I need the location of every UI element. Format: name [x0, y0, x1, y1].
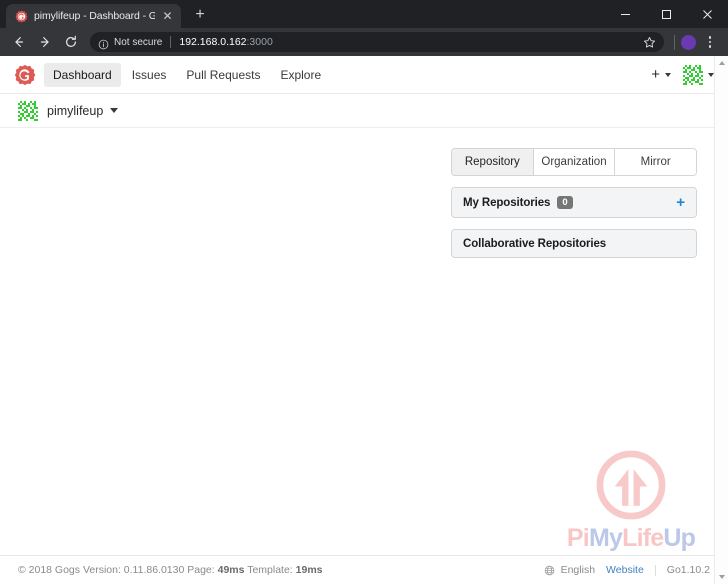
browser-tab[interactable]: pimylifeup - Dashboard - Gogs ✕: [6, 4, 181, 28]
browser-tabstrip: pimylifeup - Dashboard - Gogs ✕ +: [0, 0, 728, 28]
nav-item-explore[interactable]: Explore: [271, 63, 330, 87]
minimize-icon[interactable]: [605, 0, 646, 28]
url-port: :3000: [246, 36, 273, 48]
footer-divider: [654, 564, 656, 576]
user-identicon: [683, 64, 703, 85]
scroll-up-arrow-icon[interactable]: [715, 56, 728, 70]
profile-avatar[interactable]: [681, 34, 696, 50]
user-identicon: [18, 100, 38, 121]
user-context-bar: pimylifeup: [0, 94, 728, 128]
footer-version-info: © 2018 Gogs Version: 0.11.86.0130 Page: …: [18, 564, 323, 576]
close-icon[interactable]: [687, 0, 728, 28]
gogs-nav-items: Dashboard Issues Pull Requests Explore: [44, 62, 330, 87]
footer-language[interactable]: English: [561, 564, 595, 576]
page-viewport: Dashboard Issues Pull Requests Explore +: [0, 56, 728, 584]
collaborative-repositories-title: Collaborative Repositories: [463, 237, 607, 250]
context-username: pimylifeup: [47, 103, 104, 118]
chevron-down-icon[interactable]: [110, 108, 119, 113]
plus-icon: +: [651, 66, 660, 83]
footer-copyright: © 2018 Gogs Version: 0.11.86.0130 Page:: [18, 564, 215, 576]
page-scrollbar[interactable]: [714, 56, 728, 584]
new-repository-button[interactable]: +: [676, 195, 685, 210]
forward-arrow-icon[interactable]: [32, 29, 58, 55]
gogs-logo-icon[interactable]: [14, 64, 36, 86]
my-repositories-title: My Repositories: [463, 196, 551, 209]
globe-icon: [544, 565, 555, 576]
kebab-menu-icon[interactable]: [700, 30, 720, 54]
dashboard-feed-column: [0, 144, 451, 555]
browser-window: pimylifeup - Dashboard - Gogs ✕ +: [0, 0, 728, 584]
browser-tab-title: pimylifeup - Dashboard - Gogs: [34, 10, 155, 22]
nav-item-pull-requests[interactable]: Pull Requests: [177, 63, 269, 87]
nav-item-issues[interactable]: Issues: [123, 63, 176, 87]
footer-template-time: 19ms: [295, 564, 323, 576]
browser-toolbar: Not secure 192.168.0.162:3000: [0, 28, 728, 56]
url-text: 192.168.0.162:3000: [179, 36, 272, 48]
tab-repository[interactable]: Repository: [452, 149, 534, 175]
scroll-down-arrow-icon[interactable]: [715, 570, 728, 584]
dashboard-body: Repository Organization Mirror My Reposi…: [0, 128, 728, 555]
nav-item-dashboard[interactable]: Dashboard: [44, 62, 121, 87]
url-host: 192.168.0.162: [179, 36, 247, 48]
repository-type-tabs: Repository Organization Mirror: [451, 148, 697, 176]
tab-mirror[interactable]: Mirror: [615, 149, 696, 175]
gogs-nav-right: +: [651, 64, 714, 85]
maximize-icon[interactable]: [646, 0, 687, 28]
create-new-menu[interactable]: +: [651, 67, 671, 82]
security-status-label: Not secure: [114, 36, 163, 48]
footer-links: English Website Go1.10.2: [544, 564, 710, 576]
page-footer: © 2018 Gogs Version: 0.11.86.0130 Page: …: [0, 555, 728, 584]
back-arrow-icon[interactable]: [6, 29, 32, 55]
chevron-down-icon: [665, 72, 671, 77]
new-tab-button[interactable]: +: [187, 4, 213, 28]
my-repositories-panel: My Repositories 0 +: [451, 187, 697, 218]
gogs-navbar: Dashboard Issues Pull Requests Explore +: [0, 56, 728, 94]
window-controls: [605, 0, 728, 28]
star-icon[interactable]: [643, 36, 656, 49]
collaborative-repositories-panel: Collaborative Repositories: [451, 229, 697, 258]
footer-page-time: 49ms: [217, 564, 245, 576]
footer-template-label: Template:: [247, 564, 293, 576]
user-menu[interactable]: [683, 64, 714, 85]
repositories-sidebar: Repository Organization Mirror My Reposi…: [451, 144, 697, 555]
close-icon[interactable]: ✕: [161, 9, 174, 23]
footer-website-link[interactable]: Website: [606, 564, 644, 576]
gogs-logo-icon: [15, 10, 28, 23]
footer-go-version: Go1.10.2: [666, 564, 710, 576]
toolbar-divider: [674, 34, 675, 50]
info-circle-icon: [98, 37, 109, 49]
address-bar[interactable]: Not secure 192.168.0.162:3000: [90, 32, 664, 52]
my-repositories-count-badge: 0: [557, 195, 573, 210]
omnibox-divider: [170, 36, 172, 48]
tab-organization[interactable]: Organization: [533, 149, 616, 175]
reload-icon[interactable]: [58, 29, 84, 55]
collaborative-repositories-header: Collaborative Repositories: [452, 230, 696, 257]
my-repositories-header: My Repositories 0 +: [452, 188, 696, 217]
